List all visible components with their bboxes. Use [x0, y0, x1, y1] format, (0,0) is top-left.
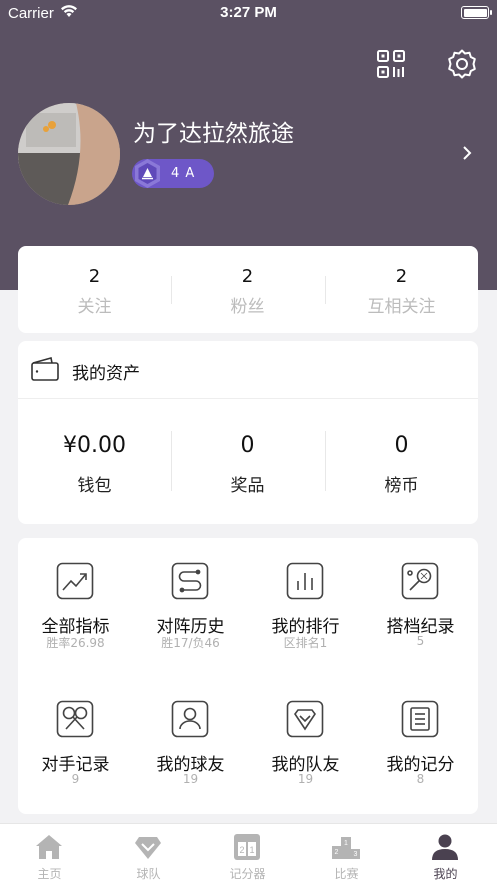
status-bar: Carrier 3:27 PM — [0, 0, 497, 26]
tab-matches[interactable]: 1 2 3 比赛 — [297, 824, 396, 883]
grid-item-my-friends[interactable]: 我的球友 19 — [133, 676, 248, 806]
grid-item-opponent-records[interactable]: 对手记录 9 — [18, 676, 133, 806]
badminton-racket-icon — [401, 562, 439, 600]
following-count: 2 — [88, 266, 101, 287]
feature-grid: 全部指标 胜率26.98 对阵历史 胜17/负46 我的排行 区排名1 搭档纪录… — [18, 538, 478, 814]
tab-label: 主页 — [37, 867, 62, 881]
route-icon — [171, 562, 209, 600]
mutual-follow-stat[interactable]: 2 互相关注 — [325, 246, 478, 333]
tab-home[interactable]: 主页 — [0, 824, 99, 883]
chevron-right-icon[interactable] — [460, 143, 474, 163]
battery-icon — [461, 6, 492, 19]
ranking-coins-asset[interactable]: 0 榜币 — [325, 399, 478, 524]
team-badge-icon — [286, 700, 324, 738]
assets-title: 我的资产 — [72, 364, 140, 384]
avatar-photo — [18, 103, 120, 205]
followers-count: 2 — [241, 266, 254, 287]
ranking-coins-label: 榜币 — [384, 476, 419, 496]
followers-stat[interactable]: 2 粉丝 — [171, 246, 324, 333]
grid-item-match-history[interactable]: 对阵历史 胜17/负46 — [133, 538, 248, 668]
profile-icon — [432, 834, 458, 860]
grid-item-my-scores[interactable]: 我的记分 8 — [363, 676, 478, 806]
svg-text:1: 1 — [344, 840, 348, 847]
podium-icon: 1 2 3 — [332, 837, 360, 859]
clock: 3:27 PM — [220, 4, 277, 21]
tab-scoreboard[interactable]: 2 1 记分器 — [198, 824, 297, 883]
svg-text:2: 2 — [239, 845, 244, 855]
svg-text:2: 2 — [335, 849, 339, 856]
following-label: 关注 — [77, 297, 112, 317]
assets-header: 我的资产 — [18, 341, 478, 399]
grid-item-subtitle: 19 — [182, 772, 199, 786]
mutual-follow-count: 2 — [395, 266, 408, 287]
grid-item-partner-records[interactable]: 搭档纪录 5 — [363, 538, 478, 668]
grid-item-my-ranking[interactable]: 我的排行 区排名1 — [248, 538, 363, 668]
svg-text:3: 3 — [354, 851, 358, 858]
prizes-label: 奖品 — [230, 476, 265, 496]
grid-item-subtitle: 9 — [71, 772, 80, 786]
svg-text:1: 1 — [249, 845, 254, 855]
wallet-label: 钱包 — [77, 476, 112, 496]
trend-chart-icon — [56, 562, 94, 600]
grid-item-subtitle: 区排名1 — [283, 636, 328, 650]
grid-item-my-teammates[interactable]: 我的队友 19 — [248, 676, 363, 806]
person-icon — [171, 700, 209, 738]
team-icon — [135, 837, 161, 859]
wallet-icon — [31, 356, 59, 381]
prizes-asset[interactable]: 0 奖品 — [171, 399, 324, 524]
level-label: 4 A — [171, 166, 196, 181]
following-stat[interactable]: 2 关注 — [18, 246, 171, 333]
tab-label: 我的 — [433, 867, 458, 881]
crossed-rackets-icon — [56, 700, 94, 738]
grid-item-subtitle: 胜率26.98 — [46, 636, 105, 650]
avatar[interactable] — [18, 103, 120, 205]
grid-item-all-metrics[interactable]: 全部指标 胜率26.98 — [18, 538, 133, 668]
followers-label: 粉丝 — [230, 297, 265, 317]
grid-item-subtitle: 8 — [416, 772, 425, 786]
username: 为了达拉然旅途 — [133, 121, 294, 147]
tab-label: 比赛 — [334, 867, 359, 881]
scoreboard-icon: 2 1 — [234, 834, 260, 860]
wallet-asset[interactable]: ¥0.00 钱包 — [18, 399, 171, 524]
scorecard-icon — [401, 700, 439, 738]
wallet-value: ¥0.00 — [63, 433, 126, 458]
ranking-coins-value: 0 — [394, 433, 409, 458]
qr-code-icon[interactable] — [375, 48, 407, 80]
tab-bar: 主页 球队 2 1 记分器 1 2 3 比赛 我的 — [0, 823, 497, 883]
grid-item-subtitle: 胜17/负46 — [161, 636, 220, 650]
tab-label: 记分器 — [229, 867, 266, 881]
follow-stats-card: 2 关注 2 粉丝 2 互相关注 — [18, 246, 478, 333]
level-hexagon-icon — [135, 159, 160, 188]
mutual-follow-label: 互相关注 — [367, 297, 436, 317]
grid-item-subtitle: 19 — [297, 772, 314, 786]
assets-card: 我的资产 ¥0.00 钱包 0 奖品 0 榜币 — [18, 341, 478, 524]
tab-label: 球队 — [136, 867, 161, 881]
tab-profile[interactable]: 我的 — [396, 824, 495, 883]
grid-item-subtitle: 5 — [416, 634, 425, 648]
tab-team[interactable]: 球队 — [99, 824, 198, 883]
prizes-value: 0 — [240, 433, 255, 458]
bar-chart-icon — [286, 562, 324, 600]
gear-icon[interactable] — [446, 48, 478, 80]
level-badge[interactable]: 4 A — [132, 159, 214, 188]
home-icon — [36, 835, 62, 859]
